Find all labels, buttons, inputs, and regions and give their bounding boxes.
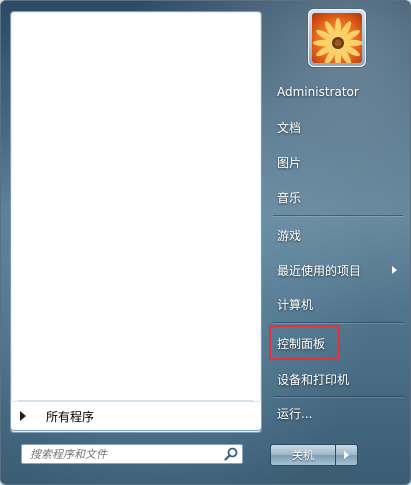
- search-icon[interactable]: [223, 446, 239, 462]
- menu-item-pictures[interactable]: 图片: [269, 148, 405, 176]
- menu-item-label: 音乐: [277, 190, 302, 205]
- shutdown-button[interactable]: 关机: [270, 444, 336, 466]
- menu-separator: [273, 322, 403, 323]
- menu-separator: [273, 215, 403, 216]
- avatar[interactable]: [308, 9, 366, 67]
- control-panel-highlight: [269, 325, 340, 360]
- triangle-right-icon: [20, 411, 26, 421]
- menu-item-label: 设备和打印机: [277, 372, 350, 387]
- menu-separator: [273, 396, 403, 397]
- shutdown-options-button[interactable]: [336, 444, 358, 466]
- all-programs-button[interactable]: 所有程序: [10, 401, 262, 431]
- menu-item-games[interactable]: 游戏: [269, 221, 405, 249]
- menu-item-recent-items[interactable]: 最近使用的项目: [269, 256, 405, 284]
- menu-item-devices-printers[interactable]: 设备和打印机: [269, 365, 405, 393]
- menu-item-label: 游戏: [277, 228, 302, 243]
- start-menu: 所有程序 搜索程序和文件 Administrator 文档 图片 音乐 游戏 最…: [0, 0, 411, 485]
- flower-avatar-icon: [312, 13, 362, 63]
- menu-item-documents[interactable]: 文档: [269, 113, 405, 141]
- search-box[interactable]: [21, 444, 243, 464]
- menu-item-label: 运行...: [277, 406, 313, 421]
- menu-item-label: 最近使用的项目: [277, 263, 362, 278]
- all-programs-label: 所有程序: [46, 409, 95, 424]
- user-name-item[interactable]: Administrator: [269, 78, 405, 106]
- search-input[interactable]: [22, 446, 223, 462]
- submenu-arrow-icon: [392, 266, 397, 274]
- menu-item-computer[interactable]: 计算机: [269, 290, 405, 318]
- menu-item-music[interactable]: 音乐: [269, 183, 405, 211]
- shutdown-label: 关机: [292, 449, 314, 462]
- user-name-label: Administrator: [277, 85, 359, 99]
- programs-pane: [10, 11, 262, 433]
- shutdown-button-group: 关机: [270, 444, 359, 466]
- menu-item-label: 计算机: [277, 297, 314, 312]
- menu-item-label: 图片: [277, 155, 302, 170]
- chevron-right-icon: [344, 451, 349, 459]
- menu-item-label: 文档: [277, 120, 302, 135]
- menu-item-run[interactable]: 运行...: [269, 399, 405, 427]
